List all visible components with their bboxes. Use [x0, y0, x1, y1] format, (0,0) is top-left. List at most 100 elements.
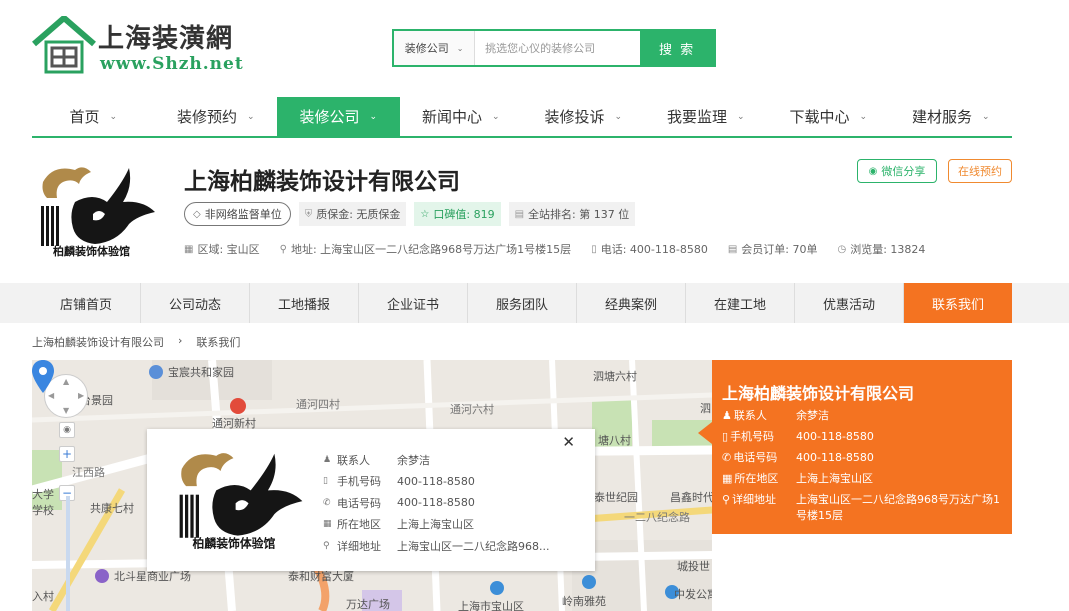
shop-tab-home[interactable]: 店铺首页	[32, 283, 141, 323]
popup-row-value: 400-118-8580	[397, 474, 475, 488]
shop-tab-ongoing-sites[interactable]: 在建工地	[686, 283, 795, 323]
contact-card-title: 上海柏麟装饰设计有限公司	[722, 384, 915, 403]
contact-card: 上海柏麟装饰设计有限公司 ♟ 联系人 余梦洁 ▯ 手机号码 400-118-8580 ✆…	[698, 360, 1012, 534]
company-badges: ◇ 非网络监督单位 ⛨ 质保金: 无质保金 ☆ 口碑值: 819 ▤ 全站排名: 第 1…	[184, 202, 636, 226]
shop-tab-team[interactable]: 服务团队	[468, 283, 577, 323]
search-input[interactable]	[475, 31, 641, 65]
map-label: 岭南雅苑	[562, 595, 606, 608]
company-info-row: ▦ 区域: 宝山区 ⚲ 地址: 上海宝山区一二八纪念路968号万达广场1号楼15层 …	[184, 241, 925, 257]
document-icon: ▤	[727, 243, 738, 255]
contact-row-key: 联系人	[733, 409, 767, 422]
location-pin-icon: ⚲	[722, 493, 731, 506]
supervision-badge-label: 非网络监督单位	[204, 208, 282, 221]
zoom-in-button[interactable]: +	[59, 446, 75, 462]
popup-row-key: 联系人	[337, 453, 370, 467]
shop-tab-contact[interactable]: 联系我们	[904, 283, 1012, 323]
popup-row: ✆ 电话号码 400-118-8580	[323, 492, 550, 514]
zoom-slider[interactable]	[66, 496, 70, 611]
popup-row-value: 400-118-8580	[397, 496, 475, 510]
chevron-down-icon: ⌄	[109, 111, 118, 122]
building-icon: ▦	[184, 243, 194, 255]
location-pin-icon: ⚲	[323, 540, 330, 551]
shield-icon: ⛨	[304, 208, 313, 220]
nav-item-booking[interactable]: 装修预约 ⌄	[155, 97, 278, 136]
mobile-phone-icon: ▯	[591, 243, 597, 255]
reputation-badge: ☆ 口碑值: 819	[414, 202, 501, 226]
phone-info-text: 电话: 400-118-8580	[600, 243, 708, 256]
map-label: 泰世纪园	[594, 491, 638, 504]
map-label: 万达广场	[346, 598, 390, 611]
wechat-icon: ◉	[868, 165, 878, 177]
map-label: 学校	[32, 504, 54, 517]
map-label: 塘八村	[598, 434, 631, 447]
nav-item-companies[interactable]: 装修公司 ⌄	[277, 97, 400, 136]
breadcrumb-home-link[interactable]: 上海柏麟装饰设计有限公司	[32, 334, 164, 350]
nav-item-label: 我要监理	[666, 108, 727, 126]
popup-row-key: 所在地区	[337, 518, 381, 532]
shop-tab-certificates[interactable]: 企业证书	[359, 283, 468, 323]
phone-icon: ✆	[323, 497, 331, 508]
popup-row-key: 手机号码	[337, 475, 381, 489]
search-category-label: 装修公司	[404, 42, 449, 55]
site-url: www.Shzh.net	[100, 54, 244, 74]
clock-icon: ◷	[837, 243, 847, 255]
nav-item-materials[interactable]: 建材服务 ⌄	[890, 97, 1013, 136]
map-label: 城投世	[677, 560, 710, 573]
trophy-icon: ☆	[420, 208, 430, 220]
rank-badge-label: 全站排名: 第 137 位	[528, 208, 630, 221]
map-marker-icon[interactable]	[32, 360, 54, 393]
map-label: 上海市宝山区	[458, 600, 524, 611]
wechat-share-button[interactable]: ◉ 微信分享	[857, 159, 937, 183]
contact-row-value: 余梦洁	[796, 409, 829, 422]
close-icon[interactable]: ✕	[562, 433, 575, 451]
chevron-down-icon: ⌄	[491, 111, 500, 122]
nav-item-label: 首页	[69, 108, 100, 126]
arrow-right-icon: ▶	[78, 391, 85, 400]
nav-item-complaints[interactable]: 装修投诉 ⌄	[522, 97, 645, 136]
building-icon: ▦	[323, 519, 332, 530]
breadcrumb-current: 联系我们	[196, 336, 241, 349]
map-label: 宝宸共和家园	[168, 366, 234, 379]
contact-row: ▯ 手机号码 400-118-8580	[722, 429, 1008, 450]
supervision-badge: ◇ 非网络监督单位	[184, 202, 291, 226]
company-logo-text: 柏麟装饰体验馆	[53, 244, 130, 258]
site-title: 上海装潢網	[98, 24, 234, 54]
search-category-select[interactable]: 装修公司 ⌄	[394, 31, 476, 65]
map-label: 大学	[32, 488, 54, 501]
nav-item-label: 装修投诉	[544, 108, 605, 126]
shop-tab-promotions[interactable]: 优惠活动	[795, 283, 904, 323]
mobile-phone-icon: ▯	[323, 476, 328, 487]
map-label: 一二八纪念路	[624, 511, 690, 524]
orders-info-text: 会员订单: 70单	[741, 243, 818, 256]
popup-row: ♟ 联系人 余梦洁	[323, 449, 550, 471]
online-booking-button[interactable]: 在线预约	[948, 159, 1012, 183]
contact-row-key: 手机号码	[730, 430, 775, 443]
nav-item-home[interactable]: 首页 ⌄	[32, 97, 155, 136]
nav-item-supervision[interactable]: 我要监理 ⌄	[645, 97, 768, 136]
nav-item-downloads[interactable]: 下载中心 ⌄	[767, 97, 890, 136]
nav-item-news[interactable]: 新闻中心 ⌄	[400, 97, 523, 136]
person-icon: ♟	[722, 409, 732, 422]
person-icon: ♟	[323, 454, 332, 465]
shop-tab-site-reports[interactable]: 工地播报	[250, 283, 359, 323]
shop-tab-news[interactable]: 公司动态	[141, 283, 250, 323]
views-info: ◷ 浏览量: 13824	[838, 241, 926, 257]
site-logo[interactable]: 上海装潢網 www.Shzh.net	[32, 16, 262, 78]
shop-nav: 店铺首页 公司动态 工地播报 企业证书 服务团队 经典案例 在建工地 优惠活动 …	[0, 283, 1069, 323]
contact-row: ▦ 所在地区 上海上海宝山区	[722, 471, 1008, 492]
shop-tab-cases[interactable]: 经典案例	[577, 283, 686, 323]
mobile-phone-icon: ▯	[722, 430, 729, 443]
breadcrumb-separator: ›	[178, 334, 183, 347]
map-view[interactable]: 宝宸共和家园 通河新村 通河四村 通河六村 泗塘六村 台景园 大学 学校 共康七…	[32, 360, 712, 611]
map-label: 中发公寓	[674, 588, 712, 601]
phone-info: ▯ 电话: 400-118-8580	[591, 241, 708, 257]
chevron-down-icon: ⌄	[859, 111, 868, 122]
map-locate-button[interactable]: ◉	[59, 422, 75, 438]
search-button[interactable]: 搜 索	[640, 31, 714, 65]
contact-row-key: 所在地区	[734, 472, 779, 485]
nav-item-label: 装修预约	[176, 108, 237, 126]
popup-details: ♟ 联系人 余梦洁 ▯ 手机号码 400-118-8580 ✆ 电话号码 400-118-8…	[323, 449, 550, 557]
address-info-text: 地址: 上海宝山区一二八纪念路968号万达广场1号楼15层	[290, 243, 572, 256]
map-label: 入村	[32, 590, 54, 603]
rank-badge: ▤ 全站排名: 第 137 位	[508, 202, 636, 226]
